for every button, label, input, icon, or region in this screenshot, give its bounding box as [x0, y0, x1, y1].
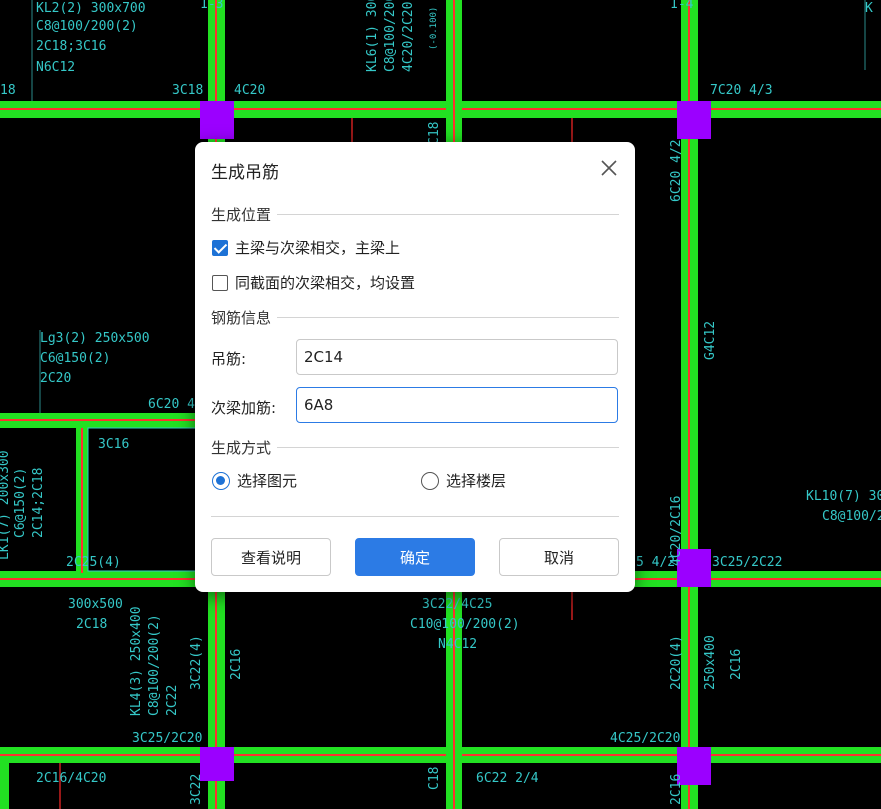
- position-section-title: 生成位置: [211, 205, 272, 224]
- annotation: 18: [0, 83, 16, 98]
- annotation: 4C20/2C16: [669, 496, 684, 566]
- annotation: N4C12: [438, 637, 477, 652]
- annotation: 3C22(4): [189, 635, 204, 690]
- checkbox-unchecked[interactable]: [212, 274, 228, 291]
- annotation: 2C25(4): [66, 555, 121, 570]
- radio-select-floor[interactable]: 选择楼层: [421, 470, 506, 491]
- annotation: K: [865, 1, 873, 16]
- method-section-title: 生成方式: [211, 438, 272, 457]
- annotation: 4C20/2C20: [401, 2, 416, 72]
- dialog-title: 生成吊筋: [211, 163, 279, 183]
- method-section-header: 生成方式: [211, 437, 619, 457]
- close-icon[interactable]: [597, 156, 621, 180]
- annotation: 1-4: [670, 0, 694, 12]
- button-separator: [211, 516, 619, 517]
- section-divider: [277, 446, 619, 448]
- annotation: 4C20: [234, 83, 265, 98]
- annotation: 4C25/2C20: [610, 731, 680, 746]
- annotation: LK1(7) 200x300: [0, 450, 12, 560]
- secondary-beam-input[interactable]: [296, 387, 618, 423]
- annotation: G4C12: [703, 321, 718, 360]
- hanger-label: 吊筋:: [211, 350, 247, 368]
- secondary-beam-label: 次梁加筋:: [211, 399, 277, 417]
- annotation: C8@100/200(2): [383, 0, 398, 72]
- annotation: 2C16: [729, 649, 744, 680]
- annotation: C6@150(2): [40, 351, 110, 366]
- annotation: 2C16/4C20: [36, 771, 106, 786]
- annotation: 6C20 4: [148, 397, 195, 412]
- annotation: 2C14;2C18: [31, 468, 46, 538]
- annotation: C8@100/200(2): [36, 19, 138, 34]
- annotation: C8@100/200(2): [147, 614, 162, 716]
- annotation: C10@100/200(2): [410, 617, 520, 632]
- annotation: 2C20: [40, 371, 71, 386]
- annotation: 2C18;3C16: [36, 39, 106, 54]
- checkbox-checked[interactable]: [212, 239, 228, 256]
- rebar-section-header: 钢筋信息: [211, 307, 619, 327]
- annotation: 3C25/2C22: [712, 555, 782, 570]
- radio-label: 选择楼层: [446, 472, 507, 490]
- annotation: KL2(2) 300x700: [36, 1, 146, 16]
- annotation: C18: [427, 767, 442, 790]
- annotation: 7C20 4/3: [710, 83, 773, 98]
- annotation: 250x400: [703, 635, 718, 690]
- annotation: 6C22 2/4: [476, 771, 539, 786]
- annotation: 6C20 4/2: [669, 139, 684, 202]
- radio-unselected[interactable]: [421, 471, 439, 490]
- cancel-button[interactable]: 取消: [499, 538, 619, 576]
- annotation: 3C22/4C25: [422, 597, 492, 612]
- section-divider: [277, 316, 619, 318]
- annotation: Lg3(2) 250x500: [40, 331, 150, 346]
- annotation: 2C20(4): [669, 635, 684, 690]
- rebar-section-title: 钢筋信息: [211, 308, 272, 327]
- annotation: KL4(3) 250x400: [129, 606, 144, 716]
- annotation: C6@150(2): [13, 468, 28, 538]
- annotation: (-0.100): [429, 7, 439, 50]
- radio-selected[interactable]: [212, 471, 230, 490]
- annotation: KL10(7) 300x: [806, 489, 881, 504]
- annotation: 2C16: [229, 649, 244, 680]
- annotation: 3C16: [98, 437, 129, 452]
- annotation: N6C12: [36, 60, 75, 75]
- ok-button[interactable]: 确定: [355, 538, 475, 576]
- annotation: 2C16: [669, 774, 684, 805]
- generate-hanger-dialog: 生成吊筋 生成位置 主梁与次梁相交，主梁上 同截面的次梁相交，均设置 钢筋信息 …: [195, 142, 635, 592]
- section-divider: [277, 213, 619, 215]
- annotation: 3C25/2C20: [132, 731, 202, 746]
- annotation: 1-3: [200, 0, 223, 12]
- option-main-beam-checkbox[interactable]: 主梁与次梁相交，主梁上: [212, 237, 400, 258]
- annotation: 3C18: [172, 83, 203, 98]
- radio-select-element[interactable]: 选择图元: [212, 470, 297, 491]
- view-help-button[interactable]: 查看说明: [211, 538, 331, 576]
- annotation: 3C22: [189, 774, 204, 805]
- option-label: 同截面的次梁相交，均设置: [235, 274, 416, 292]
- hanger-input[interactable]: [296, 339, 618, 375]
- position-section-header: 生成位置: [211, 204, 619, 224]
- annotation: 2C18: [76, 617, 107, 632]
- annotation: 2C22: [165, 685, 180, 716]
- annotation: 300x500: [68, 597, 123, 612]
- option-same-section-checkbox[interactable]: 同截面的次梁相交，均设置: [212, 272, 415, 293]
- radio-label: 选择图元: [237, 472, 298, 490]
- annotation: C8@100/20: [822, 509, 881, 524]
- annotation: KL6(1) 300x: [365, 0, 380, 72]
- option-label: 主梁与次梁相交，主梁上: [235, 239, 401, 257]
